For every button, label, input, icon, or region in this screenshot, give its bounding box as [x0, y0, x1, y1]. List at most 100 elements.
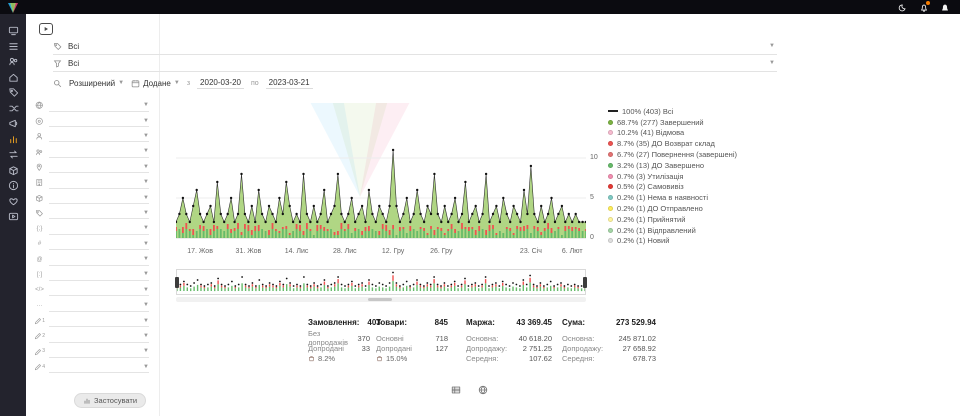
- legend-swatch: [608, 184, 613, 189]
- chevron-down-icon: ▼: [143, 318, 149, 324]
- source-filter-select[interactable]: Всі ▼: [53, 55, 777, 72]
- legend-item[interactable]: 0.2% (1) Новий: [608, 236, 737, 247]
- search-icon[interactable]: [53, 79, 62, 88]
- stat-row: Середня:107.62: [466, 353, 552, 363]
- legend-item[interactable]: 68.7% (277) Завершений: [608, 117, 737, 128]
- legend-item[interactable]: 3.2% (13) ДО Завершено: [608, 160, 737, 171]
- filter-select[interactable]: ▼: [49, 146, 149, 158]
- legend-item[interactable]: 0.5% (2) Самовивіз: [608, 182, 737, 193]
- chevron-down-icon: ▼: [769, 60, 777, 66]
- legend-item[interactable]: 0.2% (1) ДО Отправлено: [608, 203, 737, 214]
- monitor-icon[interactable]: [5, 25, 21, 36]
- legend-label: 0.2% (1) Відправлений: [617, 226, 696, 235]
- filter-select[interactable]: ▼: [49, 346, 149, 358]
- tag-icon[interactable]: [5, 87, 21, 98]
- legend-item[interactable]: 0.2% (1) Відправлений: [608, 225, 737, 236]
- legend-swatch: [608, 174, 613, 179]
- stat-row: Допродані33: [308, 343, 370, 353]
- moon-icon[interactable]: [897, 2, 908, 13]
- upsell-percent-value: 8.2%: [318, 354, 335, 363]
- stat-value: 718: [435, 334, 448, 343]
- bell-badge-icon[interactable]: [918, 2, 929, 13]
- filter-select[interactable]: ▼: [49, 315, 149, 327]
- filter-select[interactable]: ▼: [49, 284, 149, 296]
- chart-icon[interactable]: [5, 134, 21, 145]
- shuffle-icon[interactable]: [5, 103, 21, 114]
- chevron-down-icon: ▼: [143, 287, 149, 293]
- legend-item[interactable]: 100% (403) Всі: [608, 106, 737, 117]
- date-field-value: Додане: [143, 79, 171, 88]
- users-icon: [34, 148, 45, 157]
- screencast-icon[interactable]: [39, 23, 53, 35]
- globe-icon[interactable]: [477, 384, 489, 396]
- filter-select[interactable]: ▼: [49, 100, 149, 112]
- date-to-input[interactable]: 2023-03-21: [266, 78, 313, 89]
- legend-swatch: [608, 141, 613, 146]
- home-icon[interactable]: [5, 72, 21, 83]
- filter-select[interactable]: ▼: [49, 331, 149, 343]
- filter-select[interactable]: ▼: [49, 361, 149, 373]
- navigator-left-handle[interactable]: [175, 277, 179, 288]
- upsell-percent: 15.0%: [376, 354, 448, 363]
- filter-select[interactable]: ▼: [49, 115, 149, 127]
- filter-select[interactable]: ▼: [49, 254, 149, 266]
- search-mode-select[interactable]: Розширений ▼: [69, 79, 124, 88]
- date-field-select[interactable]: Додане ▼: [131, 79, 180, 88]
- stat-value: 107.62: [529, 354, 552, 363]
- pen-icon: 3: [34, 348, 45, 357]
- legend-item[interactable]: 6.7% (27) Повернення (завершені): [608, 149, 737, 160]
- filter-select[interactable]: ▼: [49, 223, 149, 235]
- megaphone-icon[interactable]: [5, 118, 21, 129]
- status-filter-select[interactable]: Всі ▼: [53, 38, 777, 55]
- filter-select[interactable]: ▼: [49, 238, 149, 250]
- stat-row: Основні718: [376, 333, 448, 343]
- filter-select[interactable]: ▼: [49, 161, 149, 173]
- chevron-down-icon: ▼: [143, 195, 149, 201]
- filter-select[interactable]: ▼: [49, 207, 149, 219]
- legend-swatch: [608, 238, 613, 243]
- tags-icon: [53, 42, 62, 51]
- navigator-right-handle[interactable]: [583, 277, 587, 288]
- chart-navigator: [176, 269, 586, 295]
- play-icon[interactable]: [5, 211, 21, 222]
- dots-icon: ···: [34, 303, 45, 309]
- filter-select[interactable]: ▼: [49, 269, 149, 281]
- legend-item[interactable]: 0.7% (3) Утилізація: [608, 171, 737, 182]
- stat-label: Середня:: [562, 354, 594, 363]
- date-from-input[interactable]: 2020-03-20: [197, 78, 244, 89]
- x-axis-label: 31. Жов: [236, 248, 262, 255]
- chevron-down-icon: ▼: [143, 102, 149, 108]
- legend-item[interactable]: 0.2% (1) Прийнятий: [608, 214, 737, 225]
- navigator-scrollbar[interactable]: [176, 297, 586, 302]
- filter-select[interactable]: ▼: [49, 192, 149, 204]
- filter-row: 3▼: [34, 344, 149, 359]
- stat-column: Маржа:43 369.45Основна:40 618.20Допродаж…: [466, 318, 552, 363]
- filter-select[interactable]: ▼: [49, 300, 149, 312]
- filter-select[interactable]: ▼: [49, 177, 149, 189]
- angle-icon: </>: [34, 287, 45, 293]
- bell-icon[interactable]: [939, 2, 950, 13]
- legend-swatch: [608, 120, 613, 125]
- stat-value: 370: [357, 334, 370, 343]
- swap-icon[interactable]: [5, 149, 21, 160]
- list-icon[interactable]: [5, 41, 21, 52]
- legend-item[interactable]: 0.2% (1) Нема в наявності: [608, 192, 737, 203]
- users-icon[interactable]: [5, 56, 21, 67]
- chevron-down-icon: ▼: [143, 179, 149, 185]
- legend-label: 10.2% (41) Відмова: [617, 128, 684, 137]
- x-axis-label: 28. Лис: [333, 248, 357, 255]
- y-axis-label: 0: [590, 234, 594, 241]
- filter-select[interactable]: ▼: [49, 130, 149, 142]
- heart-icon[interactable]: [5, 196, 21, 207]
- box-icon[interactable]: [5, 165, 21, 176]
- stat-title: Замовлення:: [308, 318, 359, 327]
- stat-label: Допродані: [376, 344, 412, 353]
- info-icon[interactable]: [5, 180, 21, 191]
- legend-item[interactable]: 8.7% (35) ДО Возврат склад: [608, 138, 737, 149]
- table-view-icon[interactable]: [450, 384, 462, 396]
- legend-item[interactable]: 10.2% (41) Відмова: [608, 128, 737, 139]
- stat-column: Замовлення:403Без допродажів370Допродані…: [308, 318, 370, 363]
- stat-value: 33: [362, 344, 370, 353]
- apply-button[interactable]: Застосувати: [74, 393, 146, 408]
- navigator-scrollbar-handle[interactable]: [368, 298, 392, 301]
